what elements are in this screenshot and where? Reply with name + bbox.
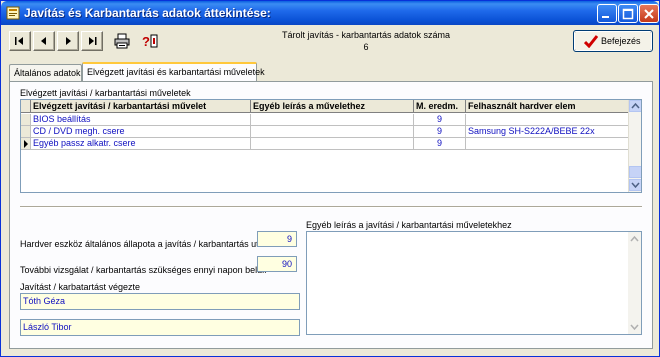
- close-button[interactable]: [639, 4, 659, 23]
- current-row-arrow-icon: [24, 140, 28, 148]
- notes-textarea[interactable]: [306, 231, 642, 335]
- scroll-up-icon: [630, 235, 639, 242]
- close-icon: [644, 9, 654, 19]
- operations-grid[interactable]: Elvégzett javítási / karbantartási művel…: [20, 99, 642, 193]
- first-record-icon: [15, 37, 23, 45]
- notes-label: Egyéb leírás a javítási / karbantartási …: [306, 220, 512, 230]
- record-count-label: Tárolt javítás - karbantartás adatok szá…: [281, 30, 451, 40]
- scroll-up-icon: [631, 102, 640, 109]
- hardware-state-label: Hardver eszköz általános állapota a javí…: [20, 239, 272, 249]
- maximize-button[interactable]: [618, 4, 638, 23]
- app-icon: [6, 6, 20, 20]
- scroll-down-button[interactable]: [629, 179, 641, 191]
- cell-result[interactable]: 9: [414, 126, 466, 138]
- cell-operation[interactable]: Egyéb passz alkatr. csere: [31, 138, 251, 150]
- cell-result[interactable]: 9: [414, 114, 466, 126]
- next-record-icon: [66, 37, 71, 45]
- separator: [20, 206, 642, 208]
- scroll-down-icon: [630, 324, 639, 331]
- scroll-up-button[interactable]: [629, 100, 641, 112]
- grid-vertical-scrollbar[interactable]: [628, 100, 641, 192]
- record-count-value: 6: [363, 42, 369, 52]
- help-icon: ?: [142, 34, 158, 49]
- row-indicator-header: [21, 100, 31, 113]
- title-bar[interactable]: Javítás és Karbantartás adatok áttekinté…: [1, 1, 659, 25]
- cell-description[interactable]: [251, 114, 414, 126]
- row-indicator[interactable]: [21, 114, 31, 126]
- cell-hardware[interactable]: [466, 114, 629, 126]
- cell-description[interactable]: [251, 138, 414, 150]
- notes-scrollbar[interactable]: [628, 232, 641, 334]
- prev-record-icon: [41, 37, 46, 45]
- cell-description[interactable]: [251, 126, 414, 138]
- finish-button-label: Befejezés: [601, 36, 641, 46]
- minimize-icon: [602, 16, 609, 18]
- finish-button[interactable]: Befejezés: [573, 30, 653, 52]
- row-indicator[interactable]: [21, 126, 31, 138]
- cell-operation[interactable]: BIOS beállítás: [31, 114, 251, 126]
- cell-operation[interactable]: CD / DVD megh. csere: [31, 126, 251, 138]
- tab-general[interactable]: Általános adatok: [9, 64, 82, 82]
- performer-field-2[interactable]: László Tibor: [20, 319, 300, 336]
- performer-field-1[interactable]: Tóth Géza: [20, 293, 300, 310]
- help-button[interactable]: ?: [138, 31, 160, 51]
- main-window: Javítás és Karbantartás adatok áttekinté…: [0, 0, 660, 357]
- minimize-button[interactable]: [597, 4, 617, 23]
- last-record-button[interactable]: [81, 31, 103, 51]
- tab-operations[interactable]: Elvégzett javítási és karbantartási műve…: [82, 62, 265, 82]
- next-check-label: További vizsgálat / karbantartás szükség…: [20, 265, 267, 275]
- column-header-operation[interactable]: Elvégzett javítási / karbantartási művel…: [31, 100, 251, 113]
- scroll-thumb[interactable]: [629, 166, 641, 178]
- column-header-result[interactable]: M. eredm.: [414, 100, 466, 113]
- hardware-state-field[interactable]: 9: [257, 231, 297, 247]
- printer-icon: [114, 33, 130, 49]
- column-header-hardware[interactable]: Felhasznált hardver elem: [466, 100, 629, 113]
- cell-hardware[interactable]: [466, 138, 629, 150]
- grid-header: Elvégzett javítási / karbantartási művel…: [21, 100, 629, 113]
- window-title: Javítás és Karbantartás adatok áttekinté…: [24, 6, 271, 20]
- scroll-down-icon: [631, 182, 640, 189]
- cell-hardware[interactable]: Samsung SH-S222A/BEBE 22x: [466, 126, 629, 138]
- cell-result[interactable]: 9: [414, 138, 466, 150]
- performer-label: Javítást / karbatartást végezte: [20, 282, 141, 292]
- grid-caption: Elvégzett javítási / karbantartási művel…: [20, 88, 191, 98]
- next-check-field[interactable]: 90: [257, 256, 297, 272]
- column-header-description[interactable]: Egyéb leírás a művelethez: [251, 100, 414, 113]
- svg-text:?: ?: [142, 34, 150, 49]
- next-record-button[interactable]: [57, 31, 79, 51]
- print-button[interactable]: [111, 31, 133, 51]
- table-row[interactable]: Egyéb passz alkatr. csere 9: [21, 138, 629, 150]
- prev-record-button[interactable]: [33, 31, 55, 51]
- maximize-icon: [622, 8, 634, 20]
- checkmark-icon: [584, 35, 598, 48]
- table-row[interactable]: BIOS beállítás 9: [21, 114, 629, 126]
- last-record-icon: [89, 37, 97, 45]
- row-indicator[interactable]: [21, 138, 31, 150]
- table-row[interactable]: CD / DVD megh. csere 9 Samsung SH-S222A/…: [21, 126, 629, 138]
- first-record-button[interactable]: [9, 31, 31, 51]
